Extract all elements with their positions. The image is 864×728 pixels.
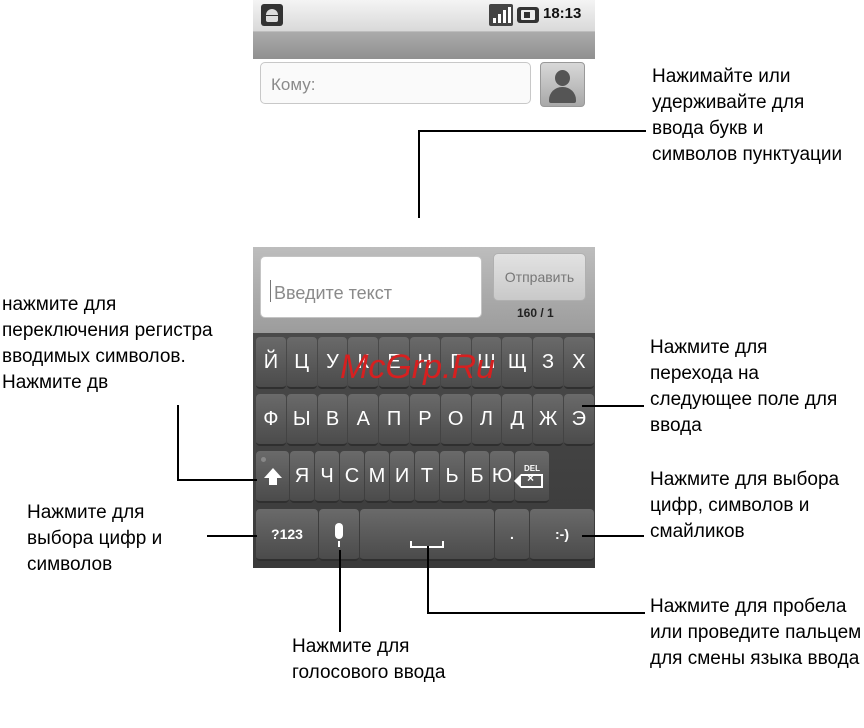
keyboard-row-3: Я Ч С М И Т Ь Б Ю DEL [256, 451, 550, 503]
leader-line-shift [177, 405, 179, 481]
key[interactable]: М [365, 451, 389, 503]
leader-line-smileys [582, 535, 644, 537]
key[interactable]: Ь [440, 451, 464, 503]
key[interactable]: Т [415, 451, 439, 503]
delete-key[interactable]: DEL [514, 451, 549, 503]
person-icon [555, 70, 570, 86]
leader-line-symbols [207, 535, 257, 537]
key[interactable]: О [440, 394, 471, 446]
shift-arrow-icon [263, 468, 282, 485]
recipient-input[interactable]: Кому: [260, 62, 531, 104]
signal-icon [489, 4, 513, 26]
contact-picker-button[interactable] [540, 62, 585, 107]
key[interactable]: Х [563, 337, 594, 389]
key[interactable]: Ю [490, 451, 514, 503]
key[interactable]: Ф [256, 394, 286, 446]
phone-screen: 18:13 Кому: Введите текст Отправить 160 … [253, 0, 595, 568]
message-placeholder: Введите текст [274, 283, 392, 303]
watermark: McGrp.Ru [340, 348, 495, 386]
caps-indicator-icon [261, 457, 266, 462]
keyboard-row-2: Ф Ы В А П Р О Л Д Ж Э [256, 394, 595, 446]
clock: 18:13 [543, 5, 582, 22]
key[interactable]: Д [502, 394, 533, 446]
key[interactable]: Щ [502, 337, 533, 389]
key[interactable]: Ж [533, 394, 563, 446]
key[interactable]: Ы [286, 394, 317, 446]
message-input[interactable]: Введите текст [260, 256, 482, 318]
status-bar: 18:13 [253, 0, 595, 32]
key[interactable]: Э [563, 394, 594, 446]
shift-key[interactable] [256, 451, 289, 503]
keyboard-row-4: ?123 . :-) [256, 509, 595, 561]
leader-line-typing [418, 130, 420, 218]
leader-line-next-field [582, 405, 644, 407]
period-key[interactable]: . [495, 509, 529, 561]
text-cursor [270, 280, 271, 302]
key[interactable]: З [533, 337, 563, 389]
leader-line-voice [339, 550, 341, 632]
backspace-icon [514, 471, 543, 488]
key[interactable]: Б [465, 451, 489, 503]
send-button[interactable]: Отправить [493, 253, 586, 301]
key[interactable]: Я [290, 451, 314, 503]
key[interactable]: И [390, 451, 414, 503]
symbols-key[interactable]: ?123 [256, 509, 318, 561]
key[interactable]: Л [471, 394, 502, 446]
compose-bar: Введите текст Отправить 160 / 1 [253, 247, 595, 333]
key[interactable]: С [340, 451, 364, 503]
key[interactable]: Ч [315, 451, 339, 503]
callout-smileys: Нажмите для выбора цифр, символов и смай… [650, 469, 840, 542]
battery-charging-icon [517, 7, 539, 23]
key[interactable]: В [317, 394, 348, 446]
callout-symbols: Нажмите для выбора цифр и символов [27, 502, 163, 575]
char-counter: 160 / 1 [517, 306, 554, 320]
callout-shift: нажмите для переключения регистра вводим… [2, 294, 213, 393]
title-bar [253, 32, 595, 59]
key[interactable]: Й [256, 337, 286, 389]
callout-next-field: Нажмите для перехода на следующее поле д… [650, 337, 838, 436]
leader-line-space [427, 546, 429, 614]
microphone-icon [335, 523, 343, 547]
callout-voice: Нажмите для голосового ввода [292, 636, 446, 683]
android-notification-icon [261, 4, 283, 26]
recipient-placeholder: Кому: [271, 75, 316, 94]
key[interactable]: Р [409, 394, 440, 446]
callout-space: Нажмите для пробела или проведите пальце… [650, 596, 862, 669]
callout-typing: Нажимайте или удерживайте для ввода букв… [652, 66, 843, 165]
key[interactable]: А [348, 394, 379, 446]
key[interactable]: Ц [286, 337, 317, 389]
key[interactable]: П [379, 394, 409, 446]
